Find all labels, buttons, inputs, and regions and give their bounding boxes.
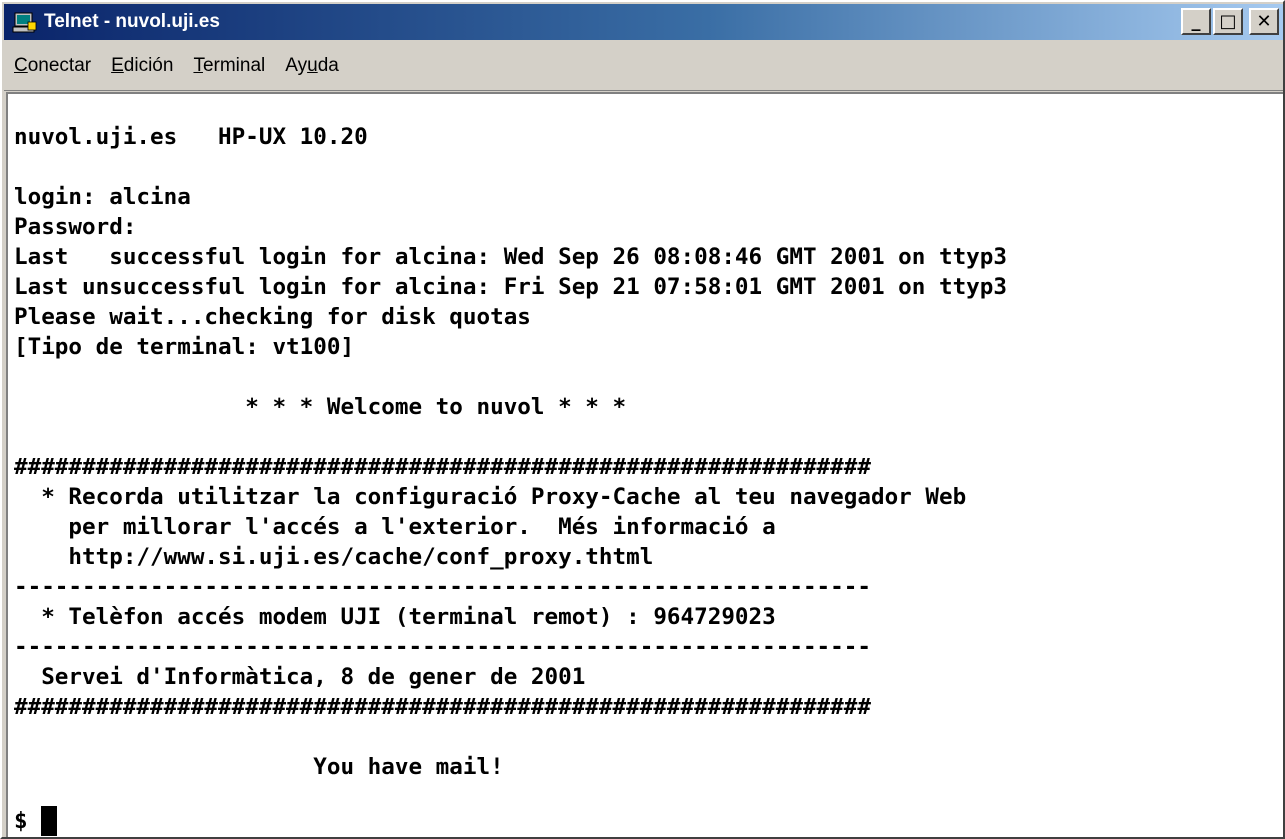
menu-terminal[interactable]: Terminal <box>183 55 275 77</box>
separator-hash: ########################################… <box>14 694 871 720</box>
terminal-line: Last unsuccessful login for alcina: Fri … <box>14 274 1007 300</box>
terminal-screen[interactable]: nuvol.uji.es HP-UX 10.20 login: alcina P… <box>6 92 1283 837</box>
maximize-icon: □ <box>1219 10 1237 32</box>
separator-dash: ----------------------------------------… <box>14 634 871 660</box>
menu-bar: Conectar Edición Terminal Ayuda <box>4 42 1283 91</box>
telnet-window: Telnet - nuvol.uji.es _ □ ✕ Conectar Edi… <box>0 0 1285 839</box>
separator-hash: ########################################… <box>14 454 871 480</box>
terminal-line: Password: <box>14 214 137 240</box>
telnet-computer-icon[interactable] <box>12 9 38 35</box>
terminal-line: * Recorda utilitzar la configuració Prox… <box>14 484 967 510</box>
menu-edicion[interactable]: Edición <box>101 55 183 77</box>
menu-ayuda[interactable]: Ayuda <box>275 55 349 77</box>
close-icon: ✕ <box>1256 10 1272 32</box>
minimize-icon: _ <box>1191 10 1201 32</box>
window-title: Telnet - nuvol.uji.es <box>44 11 220 32</box>
title-bar[interactable]: Telnet - nuvol.uji.es _ □ ✕ <box>4 4 1283 40</box>
separator-dash: ----------------------------------------… <box>14 574 871 600</box>
terminal-line: per millorar l'accés a l'exterior. Més i… <box>14 514 776 540</box>
window-controls: _ □ ✕ <box>1181 8 1279 35</box>
terminal-line: http://www.si.uji.es/cache/conf_proxy.th… <box>14 544 654 570</box>
shell-prompt[interactable]: $ <box>14 806 58 836</box>
terminal-line: Last successful login for alcina: Wed Se… <box>14 244 1007 270</box>
terminal-line: login: alcina <box>14 184 191 210</box>
prompt-text: $ <box>14 808 42 834</box>
close-button[interactable]: ✕ <box>1249 8 1279 35</box>
terminal-line: nuvol.uji.es HP-UX 10.20 <box>14 124 368 150</box>
menu-conectar[interactable]: Conectar <box>4 55 101 77</box>
terminal-line: * Telèfon accés modem UJI (terminal remo… <box>14 604 776 630</box>
terminal-line: Please wait...checking for disk quotas <box>14 304 531 330</box>
terminal-line: [Tipo de terminal: vt100] <box>14 334 355 360</box>
maximize-button[interactable]: □ <box>1213 8 1243 35</box>
cursor-block <box>41 806 58 836</box>
terminal-line: Servei d'Informàtica, 8 de gener de 2001 <box>14 664 586 690</box>
minimize-button[interactable]: _ <box>1181 8 1211 35</box>
mail-notice: You have mail! <box>14 754 504 780</box>
welcome-banner: * * * Welcome to nuvol * * * <box>14 394 627 420</box>
